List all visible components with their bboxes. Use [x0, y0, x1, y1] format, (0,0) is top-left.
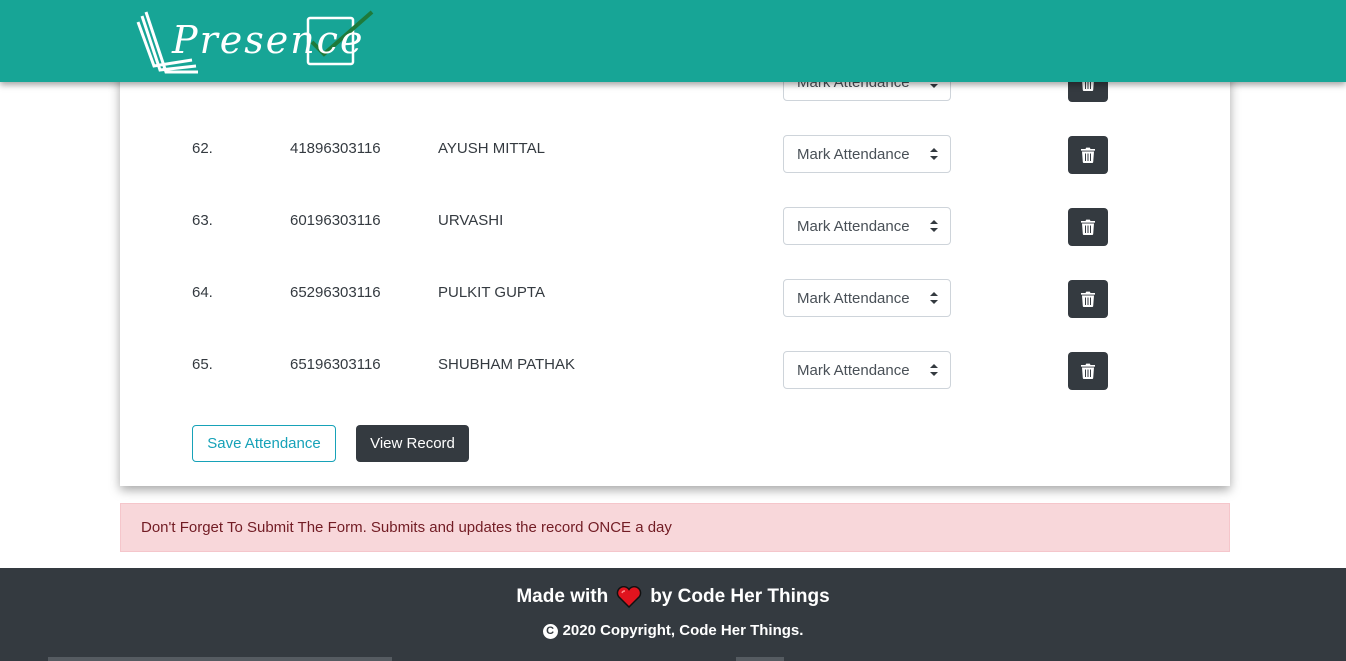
table-row: 63. 60196303116 URVASHI Mark Attendance — [120, 192, 1230, 264]
student-name: SHUBHAM PATHAK — [438, 356, 575, 373]
attendance-select-value: Mark Attendance — [797, 362, 910, 379]
row-number: 64. — [192, 284, 213, 301]
table-row: 65. 65196303116 SHUBHAM PATHAK Mark Atte… — [120, 336, 1230, 408]
top-header: Presence — [0, 0, 1346, 82]
delete-button[interactable] — [1068, 136, 1108, 174]
row-number: 63. — [192, 212, 213, 229]
scroll-indicator — [48, 657, 392, 661]
brand-name: Presence — [172, 18, 365, 62]
delete-button[interactable] — [1068, 208, 1108, 246]
footer-by: by Code Her Things — [650, 586, 830, 607]
attendance-select[interactable]: Mark Attendance — [783, 207, 951, 245]
view-record-button[interactable]: View Record — [356, 425, 469, 462]
footer-credit: Made with by Code Her Things — [0, 586, 1346, 608]
student-id: 60196303116 — [290, 212, 381, 229]
attendance-select[interactable]: Mark Attendance — [783, 135, 951, 173]
trash-icon — [1081, 147, 1095, 163]
student-name: URVASHI — [438, 212, 504, 229]
trash-icon — [1081, 363, 1095, 379]
trash-icon — [1081, 291, 1095, 307]
alert-text: Don't Forget To Submit The Form. Submits… — [141, 519, 672, 536]
row-number: 65. — [192, 356, 213, 373]
attendance-select-value: Mark Attendance — [797, 146, 910, 163]
attendance-select[interactable]: Mark Attendance — [783, 279, 951, 317]
select-arrows-icon — [930, 220, 938, 232]
footer-made-with: Made with — [516, 586, 609, 607]
heart-icon — [616, 586, 642, 608]
copyright-icon: C — [542, 623, 558, 639]
select-arrows-icon — [930, 364, 938, 376]
scroll-indicator — [736, 657, 784, 661]
footer-copyright: C 2020 Copyright, Code Her Things. — [0, 622, 1346, 639]
trash-icon — [1081, 219, 1095, 235]
save-attendance-button[interactable]: Save Attendance — [192, 425, 336, 462]
submit-reminder-alert: Don't Forget To Submit The Form. Submits… — [120, 503, 1230, 552]
table-row: 62. 41896303116 AYUSH MITTAL Mark Attend… — [120, 120, 1230, 192]
attendance-card: Mark Attendance 62. 41896303116 AYUSH MI… — [120, 60, 1230, 486]
footer: Made with by Code Her Things C 2020 Copyri… — [0, 568, 1346, 661]
student-id: 41896303116 — [290, 140, 381, 157]
attendance-select-value: Mark Attendance — [797, 290, 910, 307]
delete-button[interactable] — [1068, 352, 1108, 390]
delete-button[interactable] — [1068, 280, 1108, 318]
student-name: AYUSH MITTAL — [438, 140, 545, 157]
attendance-select[interactable]: Mark Attendance — [783, 351, 951, 389]
copyright-text: 2020 Copyright, Code Her Things. — [562, 622, 804, 639]
presence-logo[interactable]: Presence — [132, 10, 382, 80]
attendance-select-value: Mark Attendance — [797, 218, 910, 235]
student-name: PULKIT GUPTA — [438, 284, 545, 301]
table-row: 64. 65296303116 PULKIT GUPTA Mark Attend… — [120, 264, 1230, 336]
student-id: 65296303116 — [290, 284, 381, 301]
student-id: 65196303116 — [290, 356, 381, 373]
select-arrows-icon — [930, 292, 938, 304]
row-number: 62. — [192, 140, 213, 157]
select-arrows-icon — [930, 148, 938, 160]
